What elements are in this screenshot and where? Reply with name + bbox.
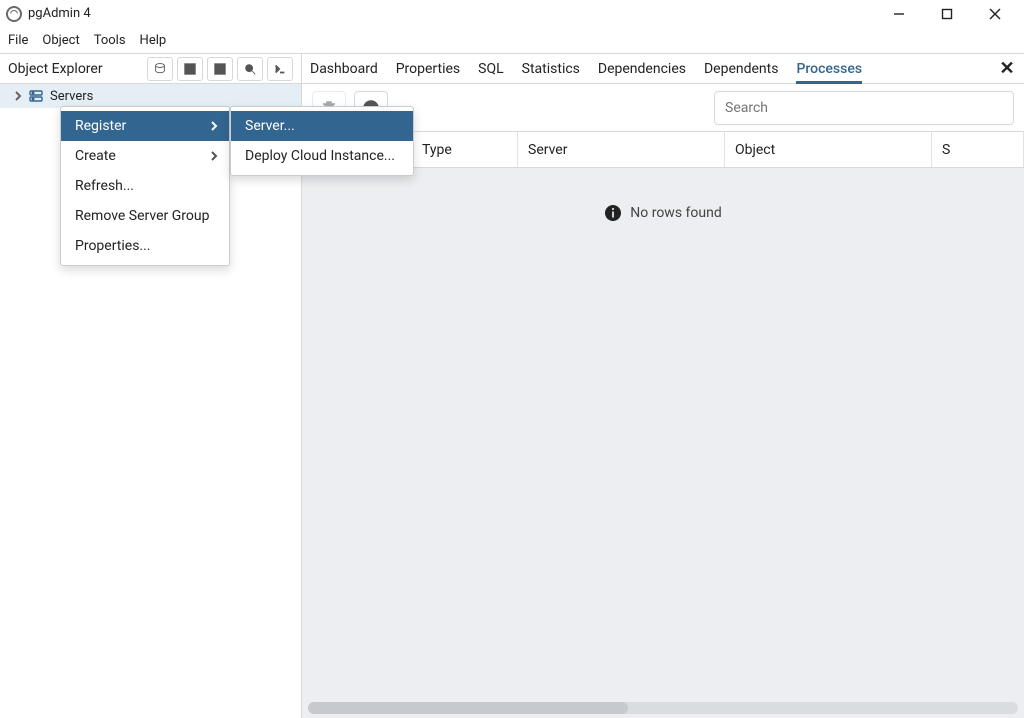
tab-sql[interactable]: SQL <box>478 54 503 84</box>
minimize-button[interactable] <box>884 0 914 28</box>
no-rows-message: No rows found <box>302 204 1024 222</box>
menubar: File Object Tools Help <box>0 28 1024 54</box>
app-icon <box>6 6 22 22</box>
horizontal-scrollbar[interactable] <box>308 702 1018 714</box>
tree-node-servers[interactable]: Servers <box>0 84 301 108</box>
tab-bar: Dashboard Properties SQL Statistics Depe… <box>302 54 1024 84</box>
object-explorer-title: Object Explorer <box>8 61 147 77</box>
column-object[interactable]: Object <box>725 132 932 167</box>
register-submenu: Server... Deploy Cloud Instance... <box>230 106 414 176</box>
tab-dependencies[interactable]: Dependencies <box>598 54 686 84</box>
search-input[interactable] <box>725 100 1003 116</box>
close-button[interactable] <box>980 0 1010 28</box>
column-more[interactable]: S <box>932 132 1024 167</box>
ctx-deploy-cloud[interactable]: Deploy Cloud Instance... <box>231 141 413 171</box>
ctx-remove-server-group[interactable]: Remove Server Group <box>61 201 229 231</box>
ctx-register-server-label: Server... <box>245 118 295 134</box>
no-rows-text: No rows found <box>630 205 721 221</box>
info-icon <box>604 204 622 222</box>
ctx-register-label: Register <box>75 118 126 134</box>
tab-close-icon[interactable]: ✕ <box>998 60 1016 78</box>
tab-dashboard[interactable]: Dashboard <box>310 54 378 84</box>
psql-tool-icon[interactable] <box>267 57 293 81</box>
ctx-deploy-cloud-label: Deploy Cloud Instance... <box>245 148 395 164</box>
search-box[interactable] <box>714 91 1014 125</box>
servers-icon <box>28 88 44 104</box>
tab-processes[interactable]: Processes <box>796 54 862 84</box>
chevron-right-icon <box>209 151 219 161</box>
view-data-icon[interactable] <box>177 57 203 81</box>
tab-properties[interactable]: Properties <box>396 54 460 84</box>
menu-object[interactable]: Object <box>42 33 79 48</box>
ctx-refresh[interactable]: Refresh... <box>61 171 229 201</box>
query-tool-icon[interactable] <box>147 57 173 81</box>
ctx-refresh-label: Refresh... <box>75 178 134 194</box>
context-menu: Register Create Refresh... Remove Server… <box>60 106 230 266</box>
tree-node-label: Servers <box>50 89 93 104</box>
ctx-register[interactable]: Register <box>61 111 229 141</box>
chevron-right-icon <box>209 121 219 131</box>
menu-tools[interactable]: Tools <box>94 33 126 48</box>
column-type[interactable]: Type <box>412 132 518 167</box>
maximize-button[interactable] <box>932 0 962 28</box>
column-server[interactable]: Server <box>518 132 725 167</box>
ctx-register-server[interactable]: Server... <box>231 111 413 141</box>
tab-dependents[interactable]: Dependents <box>704 54 778 84</box>
ctx-properties[interactable]: Properties... <box>61 231 229 261</box>
tab-statistics[interactable]: Statistics <box>522 54 580 84</box>
scrollbar-thumb[interactable] <box>308 702 628 714</box>
ctx-create[interactable]: Create <box>61 141 229 171</box>
search-objects-icon[interactable] <box>237 57 263 81</box>
window-controls <box>884 0 1018 28</box>
titlebar: pgAdmin 4 <box>0 0 1024 28</box>
menu-help[interactable]: Help <box>140 33 167 48</box>
window-title: pgAdmin 4 <box>28 6 884 21</box>
grid-body: No rows found <box>302 168 1024 718</box>
object-tree: Servers <box>0 84 301 108</box>
object-explorer-header: Object Explorer <box>0 54 301 84</box>
ctx-properties-label: Properties... <box>75 238 151 254</box>
object-explorer-panel: Object Explorer Servers Register <box>0 54 302 718</box>
ctx-create-label: Create <box>75 148 116 164</box>
chevron-right-icon <box>12 90 24 102</box>
menu-file[interactable]: File <box>8 33 28 48</box>
ctx-remove-label: Remove Server Group <box>75 208 209 224</box>
filter-rows-icon[interactable] <box>207 57 233 81</box>
